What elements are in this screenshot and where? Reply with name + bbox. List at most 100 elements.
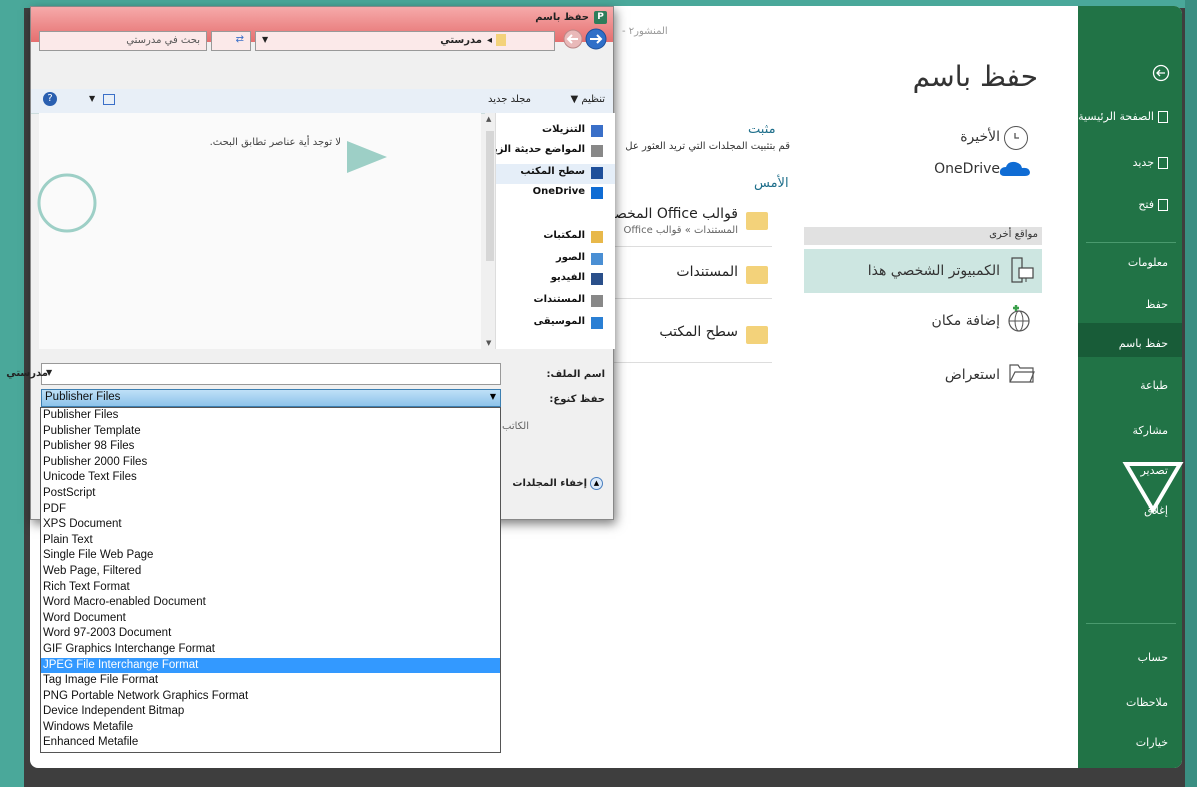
save-type-option[interactable]: Web Page, Filtered xyxy=(41,564,500,580)
background-frame-left xyxy=(0,0,24,787)
save-type-option[interactable]: PDF xyxy=(41,502,500,518)
save-type-option[interactable]: Word 97-2003 Document xyxy=(41,626,500,642)
backstage-item-1[interactable]: جديد xyxy=(1133,156,1168,169)
backstage-item-label: حفظ xyxy=(1145,298,1168,311)
save-type-value: Publisher Files xyxy=(45,391,121,403)
backstage-item-label: حفظ باسم xyxy=(1118,337,1168,350)
save-type-option[interactable]: PNG Portable Network Graphics Format xyxy=(41,689,500,705)
background-frame-right xyxy=(1185,0,1197,787)
folder-icon xyxy=(746,266,768,284)
page-title: حفظ باسم xyxy=(912,60,1038,93)
nav-item[interactable]: التنزيلات xyxy=(542,124,585,135)
nav-item[interactable]: OneDrive xyxy=(533,186,585,197)
backstage-item-12[interactable]: خيارات xyxy=(1136,736,1168,749)
nav-item[interactable]: الفيديو xyxy=(551,272,585,283)
nav-scroll-thumb[interactable] xyxy=(486,131,494,261)
clock-hands xyxy=(1014,133,1019,139)
backstage-item-0[interactable]: الصفحة الرئيسية xyxy=(1078,110,1168,123)
nav-item[interactable]: الصور xyxy=(556,252,585,263)
video-icon xyxy=(591,273,603,285)
backstage-item-4[interactable]: حفظ xyxy=(1145,298,1168,311)
location-this-pc[interactable]: الكمبيوتر الشخصي هذا xyxy=(868,263,1000,279)
search-box[interactable]: بحث في مدرستي xyxy=(39,31,207,51)
back-forward-buttons[interactable] xyxy=(561,27,607,51)
search-placeholder: بحث في مدرستي xyxy=(126,35,200,46)
save-type-option[interactable]: PostScript xyxy=(41,486,500,502)
publisher-app-icon: P xyxy=(594,11,607,24)
nav-item[interactable]: الموسيقى xyxy=(534,316,585,327)
backstage-item-2[interactable]: فتح xyxy=(1138,198,1168,211)
save-type-option[interactable]: Enhanced Metafile xyxy=(41,735,500,751)
pictures-icon xyxy=(591,253,603,265)
save-type-option[interactable]: Publisher Template xyxy=(41,424,500,440)
filename-input[interactable]: مدرستي ▼ xyxy=(6,363,501,385)
folder-desktop[interactable]: سطح المكتب xyxy=(612,324,738,340)
nav-item[interactable]: المكتبات xyxy=(543,230,585,241)
backstage-item-label: الصفحة الرئيسية xyxy=(1078,110,1154,123)
chevron-down-icon[interactable]: ▼ xyxy=(46,368,52,377)
save-type-option[interactable]: Windows Metafile xyxy=(41,720,500,736)
pinned-title: مثبت xyxy=(748,122,776,137)
save-type-label: حفظ كنوع: xyxy=(549,394,605,405)
address-dropdown-icon[interactable]: ▼ xyxy=(262,35,268,44)
folder-documents[interactable]: المستندات xyxy=(612,264,738,280)
location-recent[interactable]: الأخيرة xyxy=(960,129,1000,145)
divider xyxy=(612,298,772,299)
location-browse[interactable]: استعراض xyxy=(945,367,1000,383)
view-dropdown-icon[interactable]: ▼ xyxy=(89,94,95,103)
save-type-option[interactable]: Word Macro-enabled Document xyxy=(41,595,500,611)
save-type-option[interactable]: Rich Text Format xyxy=(41,580,500,596)
save-type-option[interactable]: Publisher 98 Files xyxy=(41,439,500,455)
empty-results-message: لا توجد أية عناصر تطابق البحث. xyxy=(209,137,341,148)
refresh-button[interactable]: ⇄ xyxy=(211,31,251,51)
nav-item[interactable]: المواضع حديثة الزيا xyxy=(490,144,585,155)
backstage-item-3[interactable]: معلومات xyxy=(1128,256,1168,269)
save-type-option[interactable]: XPS Document xyxy=(41,517,500,533)
divider xyxy=(612,246,772,247)
save-type-option[interactable]: Device Independent Bitmap xyxy=(41,704,500,720)
pinned-description: قم بتثبيت المجلدات التي تريد العثور عل xyxy=(625,141,790,152)
location-add-place[interactable]: إضافة مكان xyxy=(932,313,1000,329)
location-onedrive[interactable]: OneDrive xyxy=(934,161,1000,177)
save-type-select[interactable]: Publisher Files ▼ xyxy=(41,389,501,407)
backstage-item-label: طباعة xyxy=(1140,379,1168,392)
filename-label: اسم الملف: xyxy=(546,369,605,380)
nav-item[interactable]: سطح المكتب xyxy=(520,166,585,177)
save-type-option[interactable]: Word Document xyxy=(41,611,500,627)
nav-item[interactable]: المستندات xyxy=(534,294,585,305)
chevron-up-icon[interactable]: ▲ xyxy=(590,477,603,490)
save-type-option[interactable]: Single File Web Page xyxy=(41,548,500,564)
folder-icon xyxy=(746,212,768,230)
backstage-item-7[interactable]: مشاركة xyxy=(1132,424,1168,437)
dialog-toolbar: تنظيم ▼ مجلد جديد ? ▼ xyxy=(31,89,613,114)
backstage-item-label: خيارات xyxy=(1135,736,1168,749)
backstage-item-5[interactable]: حفظ باسم xyxy=(1119,337,1168,350)
new-folder-button[interactable]: مجلد جديد xyxy=(488,94,531,105)
nav-scrollbar[interactable]: ▲ ▼ xyxy=(485,113,496,349)
save-type-dropdown-list[interactable]: Publisher Files Publisher Template Publish… xyxy=(40,407,501,753)
backstage-item-label: جديد xyxy=(1132,156,1154,169)
save-type-option[interactable]: Publisher Files xyxy=(41,408,500,424)
save-type-option[interactable]: Unicode Text Files xyxy=(41,470,500,486)
refresh-icon: ⇄ xyxy=(235,34,244,45)
save-type-option[interactable]: JPEG File Interchange Format xyxy=(41,657,500,674)
backstage-item-label: معلومات xyxy=(1127,256,1168,269)
help-icon[interactable]: ? xyxy=(43,92,57,106)
back-arrow-icon[interactable] xyxy=(1152,64,1170,82)
organize-button[interactable]: تنظيم ▼ xyxy=(570,94,605,105)
save-type-option[interactable]: Plain Text xyxy=(41,533,500,549)
backstage-item-10[interactable]: حساب xyxy=(1138,651,1168,664)
backstage-item-6[interactable]: طباعة xyxy=(1140,379,1168,392)
other-locations-header: مواقع أخرى xyxy=(989,229,1038,240)
save-type-option[interactable]: Publisher 2000 Files xyxy=(41,455,500,471)
pc-icon xyxy=(1011,257,1034,283)
backstage-item-11[interactable]: ملاحظات xyxy=(1126,696,1168,709)
save-type-option[interactable]: GIF Graphics Interchange Format xyxy=(41,642,500,658)
hide-folders-button[interactable]: إخفاء المجلدات xyxy=(512,478,587,489)
backstage-item-label: فتح xyxy=(1138,198,1154,211)
folder-custom-templates[interactable]: قوالب Office المخصصة xyxy=(612,206,738,222)
chevron-down-icon[interactable]: ▼ xyxy=(490,392,496,401)
view-icon[interactable] xyxy=(103,94,115,105)
save-type-option[interactable]: Tag Image File Format xyxy=(41,673,500,689)
address-bar[interactable]: ◂ مدرستي ▼ xyxy=(255,31,555,51)
